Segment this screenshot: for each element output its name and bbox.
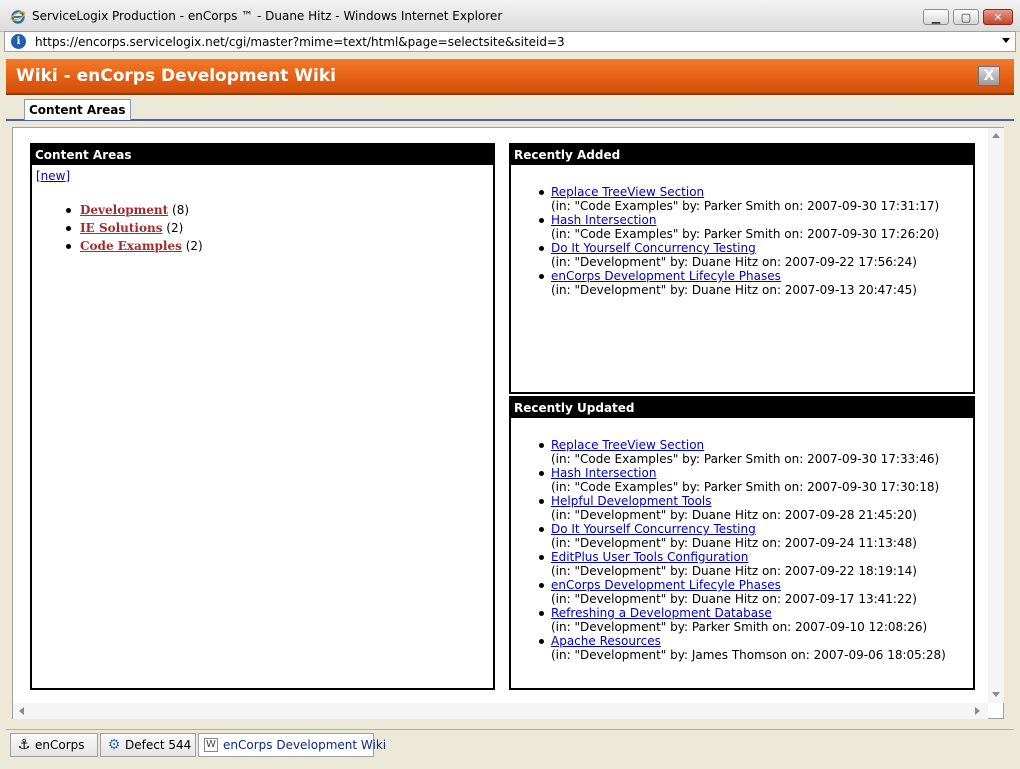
chevron-down-icon[interactable] — [1002, 38, 1010, 43]
scroll-right-icon[interactable] — [975, 707, 980, 715]
area-link-code-examples[interactable]: Code Examples — [80, 239, 182, 253]
content-areas-panel: Content Areas [new] Development (8) IE S… — [30, 143, 495, 690]
recently-added-list: Replace TreeView Section (in: "Code Examp… — [537, 185, 973, 297]
entry-meta: (in: "Development" by: Duane Hitz on: 20… — [551, 508, 917, 522]
entry-meta: (in: "Code Examples" by: Parker Smith on… — [551, 452, 940, 466]
list-item: Refreshing a Development Database (in: "D… — [537, 606, 973, 634]
list-item: Replace TreeView Section (in: "Code Examp… — [537, 438, 973, 466]
recently-added-panel: Recently Added Replace TreeView Section(… — [509, 143, 975, 394]
entry-meta: (in: "Development" by: Duane Hitz on: 20… — [551, 255, 917, 269]
minimize-button[interactable]: ▁ — [923, 9, 949, 25]
page-title: Wiki - enCorps Development Wiki — [16, 66, 337, 86]
address-bar[interactable]: i https://encorps.servicelogix.net/cgi/m… — [4, 31, 1016, 52]
entry-meta: (in: "Development" by: Duane Hitz on: 20… — [551, 536, 917, 550]
horizontal-scrollbar[interactable] — [13, 703, 988, 719]
recently-updated-panel: Recently Updated Replace TreeView Sectio… — [509, 396, 975, 690]
task-encorps-development-wiki[interactable]: W enCorps Development Wiki — [198, 733, 386, 757]
scroll-down-icon[interactable] — [992, 692, 1000, 697]
list-item: enCorps Development Lifecyle Phases (in: … — [537, 269, 973, 297]
tab-content-areas[interactable]: Content Areas — [24, 99, 131, 120]
entry-meta: (in: "Development" by: James Thomson on:… — [551, 648, 946, 662]
content-areas-heading: Content Areas — [32, 145, 493, 165]
list-item: enCorps Development Lifecyle Phases (in: … — [537, 578, 973, 606]
task-label: enCorps — [35, 738, 85, 752]
maximize-icon: ▢ — [960, 10, 972, 24]
list-item: IE Solutions (2) — [66, 219, 489, 237]
area-count: (2) — [162, 221, 184, 235]
list-item: Apache Resources (in: "Development" by: J… — [537, 634, 973, 662]
scroll-up-icon[interactable] — [992, 133, 1000, 138]
entry-meta: (in: "Code Examples" by: Parker Smith on… — [551, 227, 940, 241]
area-link-ie-solutions[interactable]: IE Solutions — [80, 221, 162, 235]
task-defect-544[interactable]: ⚙ Defect 544 — [100, 733, 196, 757]
recently-updated-heading: Recently Updated — [511, 398, 973, 418]
wiki-header: Wiki - enCorps Development Wiki X — [6, 59, 1014, 95]
task-label: Defect 544 — [125, 738, 192, 752]
entry-link[interactable]: Replace TreeView Section — [551, 185, 973, 199]
entry-link[interactable]: Hash Intersection — [551, 213, 973, 227]
info-icon[interactable]: i — [11, 34, 26, 49]
entry-link[interactable]: Refreshing a Development Database — [551, 606, 973, 620]
entry-meta: (in: "Development" by: Duane Hitz on: 20… — [551, 564, 917, 578]
content-areas-list: Development (8) IE Solutions (2) Code Ex… — [66, 201, 489, 255]
recently-added-heading: Recently Added — [511, 145, 973, 165]
close-wiki-button[interactable]: X — [978, 66, 1000, 86]
entry-link[interactable]: Replace TreeView Section — [551, 438, 973, 452]
entry-meta: (in: "Development" by: Duane Hitz on: 20… — [551, 592, 917, 606]
wiki-icon: W — [204, 738, 218, 752]
entry-link[interactable]: enCorps Development Lifecyle Phases — [551, 578, 973, 592]
list-item: Hash Intersection (in: "Code Examples" by… — [537, 466, 973, 494]
entry-meta: (in: "Code Examples" by: Parker Smith on… — [551, 480, 940, 494]
list-item: Replace TreeView Section (in: "Code Examp… — [537, 185, 973, 213]
vertical-scrollbar[interactable] — [988, 128, 1004, 703]
entry-link[interactable]: Helpful Development Tools — [551, 494, 973, 508]
maximize-button[interactable]: ▢ — [953, 9, 979, 25]
window-titlebar: ServiceLogix Production - enCorps ™ - Du… — [0, 0, 1020, 32]
entry-link[interactable]: Do It Yourself Concurrency Testing — [551, 522, 973, 536]
close-window-button[interactable]: ✕ — [983, 9, 1013, 25]
gear-icon: ⚙ — [107, 737, 121, 753]
entry-link[interactable]: enCorps Development Lifecyle Phases — [551, 269, 973, 283]
list-item: Development (8) — [66, 201, 489, 219]
entry-link[interactable]: EditPlus User Tools Configuration — [551, 550, 973, 564]
area-count: (2) — [181, 239, 203, 253]
recently-updated-list: Replace TreeView Section (in: "Code Examp… — [537, 438, 973, 662]
task-label: enCorps Development Wiki — [223, 738, 387, 752]
entry-link[interactable]: Do It Yourself Concurrency Testing — [551, 241, 973, 255]
entry-meta: (in: "Development" by: Duane Hitz on: 20… — [551, 283, 917, 297]
window-taskbar: ⚓ enCorps ⚙ Defect 544 W enCorps Develop… — [6, 729, 1014, 759]
area-count: (8) — [168, 203, 190, 217]
entry-link[interactable]: Apache Resources — [551, 634, 973, 648]
list-item: Do It Yourself Concurrency Testing (in: "… — [537, 241, 973, 269]
close-icon: ✕ — [993, 10, 1003, 24]
internet-explorer-icon — [10, 10, 26, 24]
list-item: Helpful Development Tools (in: "Developme… — [537, 494, 973, 522]
entry-meta: (in: "Development" by: Parker Smith on: … — [551, 620, 928, 634]
task-encorps[interactable]: ⚓ enCorps — [10, 733, 98, 757]
tab-strip: Content Areas — [6, 95, 1014, 121]
url-text[interactable]: https://encorps.servicelogix.net/cgi/mas… — [35, 35, 565, 49]
list-item: Do It Yourself Concurrency Testing (in: "… — [537, 522, 973, 550]
content-frame: Content Areas [new] Development (8) IE S… — [12, 127, 1004, 719]
entry-link[interactable]: Hash Intersection — [551, 466, 973, 480]
window-title: ServiceLogix Production - enCorps ™ - Du… — [32, 9, 503, 23]
scroll-left-icon[interactable] — [19, 707, 24, 715]
entry-meta: (in: "Code Examples" by: Parker Smith on… — [551, 199, 940, 213]
minimize-icon: ▁ — [931, 10, 941, 24]
new-area-link[interactable]: [new] — [36, 169, 70, 183]
list-item: EditPlus User Tools Configuration (in: "D… — [537, 550, 973, 578]
list-item: Code Examples (2) — [66, 237, 489, 255]
anchor-icon: ⚓ — [17, 737, 31, 753]
list-item: Hash Intersection (in: "Code Examples" by… — [537, 213, 973, 241]
area-link-development[interactable]: Development — [80, 203, 168, 217]
